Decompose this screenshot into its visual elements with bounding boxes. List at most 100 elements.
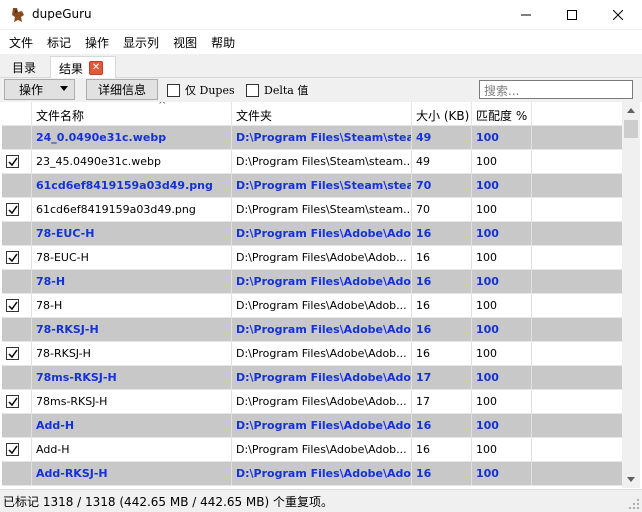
duplicate-row[interactable]: 78-EUC-H D:\Program Files\Adobe\Adob... 16…: [2, 246, 622, 270]
duplicate-row[interactable]: 78-H D:\Program Files\Adobe\Adob... 16 100: [2, 294, 622, 318]
reference-row[interactable]: 78ms-RKSJ-H D:\Program Files\Adobe\Ado...…: [2, 366, 622, 390]
actions-dropdown-button[interactable]: 操作: [4, 79, 75, 100]
delta-values-checkbox[interactable]: [246, 83, 259, 97]
row-checkbox[interactable]: [6, 299, 19, 312]
reference-row[interactable]: 61cd6ef8419159a03d49.png D:\Program Files…: [2, 174, 622, 198]
close-button[interactable]: [595, 0, 641, 30]
maximize-button[interactable]: [549, 0, 595, 30]
folder-cell: D:\Program Files\Adobe\Ado...: [232, 222, 412, 246]
row-checkbox[interactable]: [6, 395, 19, 408]
status-bar: 已标记 1318 / 1318 (442.65 MB / 442.65 MB) …: [0, 489, 642, 512]
menu-columns[interactable]: 显示列: [118, 31, 164, 53]
match-cell: 100: [472, 174, 532, 198]
duplicate-row[interactable]: 78ms-RKSJ-H D:\Program Files\Adobe\Adob..…: [2, 390, 622, 414]
header-filename-label: 文件名称: [36, 109, 85, 123]
match-cell: 100: [472, 126, 532, 150]
filename-cell: Add-RKSJ-H: [32, 462, 232, 486]
details-button[interactable]: 详细信息: [86, 79, 158, 100]
scroll-down-button[interactable]: [622, 471, 640, 488]
filename-cell: 78-EUC-H: [32, 222, 232, 246]
match-cell: 100: [472, 390, 532, 414]
reference-row[interactable]: Add-RKSJ-H D:\Program Files\Adobe\Ado... 1…: [2, 462, 622, 486]
vertical-scrollbar[interactable]: [622, 102, 640, 488]
tab-catalog[interactable]: 目录: [4, 56, 44, 79]
menu-help[interactable]: 帮助: [206, 31, 240, 53]
row-check-cell: [2, 342, 32, 366]
header-filename[interactable]: 文件名称 ^: [32, 102, 232, 126]
filename-cell: 23_45.0490e31c.webp: [32, 150, 232, 174]
size-cell: 16: [412, 270, 472, 294]
only-dupes-toggle[interactable]: 仅 Dupes: [167, 82, 235, 98]
menu-file[interactable]: 文件: [4, 31, 38, 53]
folder-cell: D:\Program Files\Adobe\Adob...: [232, 438, 412, 462]
row-check-cell: [2, 390, 32, 414]
size-cell: 16: [412, 342, 472, 366]
duplicate-row[interactable]: Add-H D:\Program Files\Adobe\Adob... 16 100: [2, 438, 622, 462]
menu-actions[interactable]: 操作: [80, 31, 114, 53]
window-title: dupeGuru: [32, 7, 92, 21]
menu-mark[interactable]: 标记: [42, 31, 76, 53]
scrollbar-thumb[interactable]: [624, 120, 638, 138]
size-cell: 16: [412, 462, 472, 486]
match-cell: 100: [472, 462, 532, 486]
results-table: 文件名称 ^ 文件夹 大小 (KB) 匹配度 % 24_0.0490e31c.w…: [2, 102, 622, 488]
folder-cell: D:\Program Files\Adobe\Adob...: [232, 342, 412, 366]
scroll-up-button[interactable]: [622, 102, 640, 119]
row-check-cell: [2, 366, 32, 390]
row-checkbox[interactable]: [6, 251, 19, 264]
folder-cell: D:\Program Files\Adobe\Ado...: [232, 366, 412, 390]
row-check-cell: [2, 198, 32, 222]
only-dupes-checkbox[interactable]: [167, 83, 180, 97]
reference-row[interactable]: 78-H D:\Program Files\Adobe\Ado... 16 100: [2, 270, 622, 294]
reference-row[interactable]: 78-EUC-H D:\Program Files\Adobe\Ado... 16 1…: [2, 222, 622, 246]
row-checkbox[interactable]: [6, 443, 19, 456]
row-check-cell: [2, 150, 32, 174]
duplicate-row[interactable]: 61cd6ef8419159a03d49.png D:\Program Files…: [2, 198, 622, 222]
menu-view[interactable]: 视图: [168, 31, 202, 53]
tab-close-icon[interactable]: ✕: [89, 61, 104, 75]
header-folder[interactable]: 文件夹: [232, 102, 412, 126]
reference-row[interactable]: 24_0.0490e31c.webp D:\Program Files\Steam…: [2, 126, 622, 150]
filename-cell: 61cd6ef8419159a03d49.png: [32, 174, 232, 198]
match-cell: 100: [472, 294, 532, 318]
match-cell: 100: [472, 342, 532, 366]
search-input[interactable]: 搜索...: [479, 80, 633, 99]
row-divider: [2, 485, 622, 486]
folder-cell: D:\Program Files\Adobe\Adob...: [232, 246, 412, 270]
filename-cell: 78-RKSJ-H: [32, 342, 232, 366]
checkmark-icon: [8, 349, 18, 359]
row-check-cell: [2, 414, 32, 438]
chevron-up-icon: [627, 108, 635, 113]
header-match[interactable]: 匹配度 %: [472, 102, 532, 126]
maximize-icon: [567, 10, 577, 20]
duplicate-row[interactable]: 78-RKSJ-H D:\Program Files\Adobe\Adob... 1…: [2, 342, 622, 366]
size-cell: 16: [412, 222, 472, 246]
header-check-column[interactable]: [2, 102, 32, 126]
row-checkbox[interactable]: [6, 347, 19, 360]
filename-cell: 78ms-RKSJ-H: [32, 390, 232, 414]
actions-label: 操作: [19, 83, 44, 97]
folder-cell: D:\Program Files\Adobe\Adob...: [232, 294, 412, 318]
filename-cell: 24_0.0490e31c.webp: [32, 126, 232, 150]
row-checkbox[interactable]: [6, 203, 19, 216]
duplicate-row[interactable]: 23_45.0490e31c.webp D:\Program Files\Stea…: [2, 150, 622, 174]
reference-row[interactable]: 78-RKSJ-H D:\Program Files\Adobe\Ado... 16…: [2, 318, 622, 342]
checkmark-icon: [8, 157, 18, 167]
size-cell: 49: [412, 126, 472, 150]
minimize-button[interactable]: [503, 0, 549, 30]
match-cell: 100: [472, 438, 532, 462]
delta-values-toggle[interactable]: Delta 值: [246, 82, 308, 98]
row-check-cell: [2, 222, 32, 246]
resize-grip-icon[interactable]: [628, 498, 640, 510]
row-check-cell: [2, 174, 32, 198]
match-cell: 100: [472, 414, 532, 438]
results-toolbar: 操作 详细信息 仅 Dupes Delta 值 搜索...: [0, 78, 642, 102]
filename-cell: 78-RKSJ-H: [32, 318, 232, 342]
tab-results[interactable]: 结果 ✕: [50, 56, 116, 79]
tab-results-label: 结果: [59, 62, 84, 76]
row-checkbox[interactable]: [6, 155, 19, 168]
header-size[interactable]: 大小 (KB): [412, 102, 472, 126]
only-dupes-label: 仅 Dupes: [185, 84, 235, 97]
chevron-down-icon: [627, 477, 635, 482]
reference-row[interactable]: Add-H D:\Program Files\Adobe\Ado... 16 100: [2, 414, 622, 438]
